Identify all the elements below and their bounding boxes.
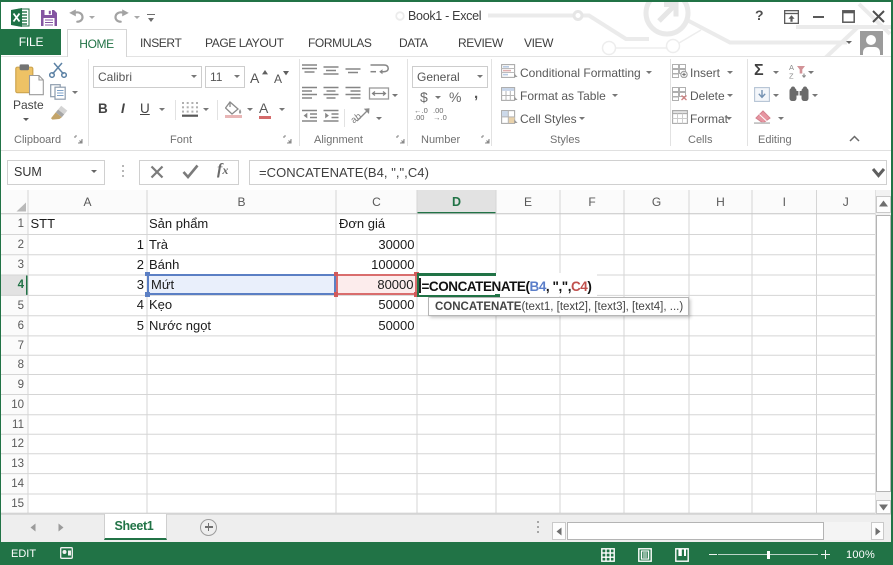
svg-text:ab: ab: [349, 111, 364, 125]
svg-text:Z: Z: [789, 72, 794, 80]
